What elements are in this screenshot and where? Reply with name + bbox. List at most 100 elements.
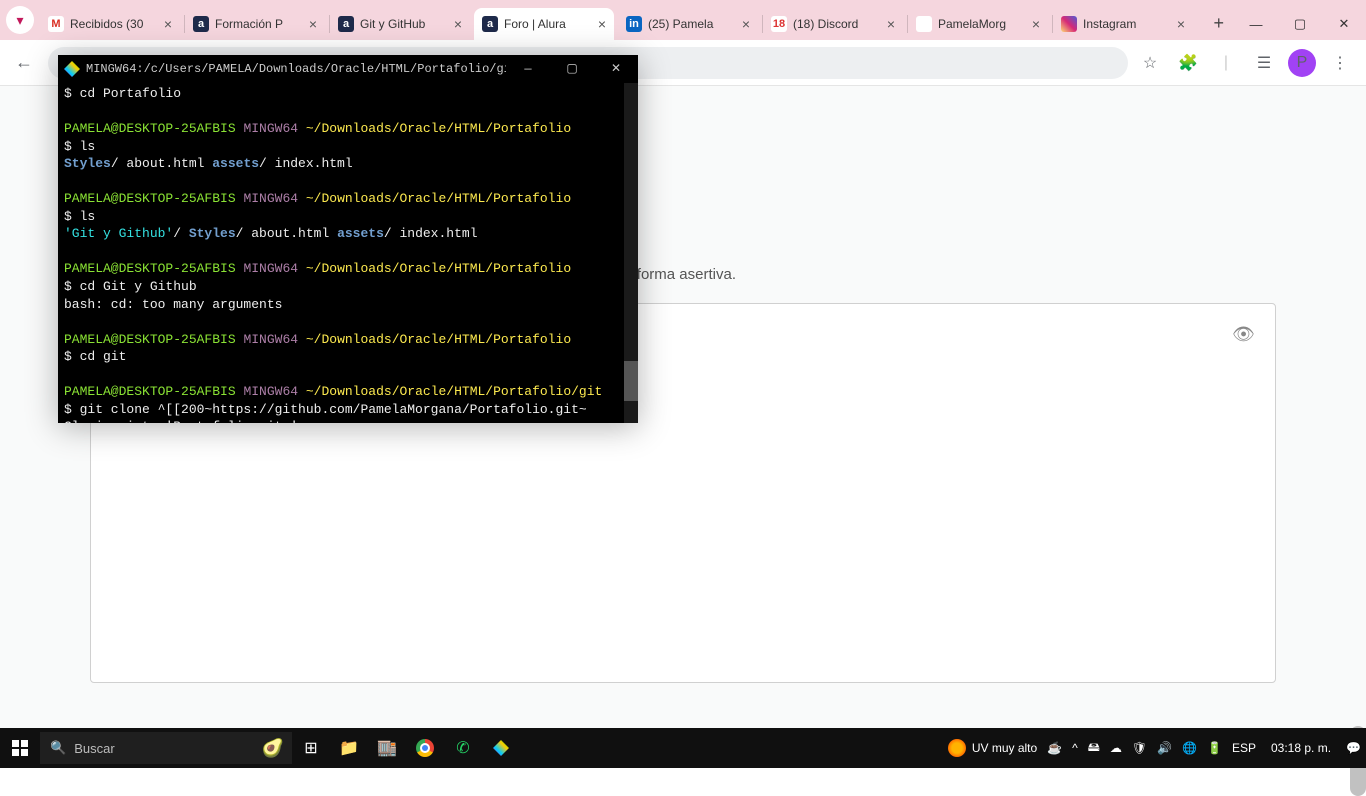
terminal-line: PAMELA@DESKTOP-25AFBIS MINGW64 ~/Downloa…	[64, 331, 632, 349]
system-tray: UV muy alto ☕ ^ 🖴 ☁ 🛡 🔊 🌐 🔋 ESP 03:18 p.…	[943, 728, 1366, 768]
maximize-button[interactable]: ▢	[1278, 8, 1322, 40]
tab-close-icon[interactable]: ×	[1032, 16, 1040, 32]
terminal-line: $ git clone ^[[200~https://github.com/Pa…	[64, 401, 632, 419]
tray-language[interactable]: ESP	[1227, 728, 1261, 768]
tab-title: Formación P	[215, 17, 305, 31]
start-button[interactable]	[0, 728, 40, 768]
task-view-button[interactable]: ⊞	[292, 728, 330, 768]
tray-java-icon[interactable]: ☕	[1042, 728, 1067, 768]
tab-favicon: 18	[771, 16, 787, 32]
terminal-line	[64, 366, 632, 384]
terminal-line: Cloning into 'Portafolio.git~'...	[64, 418, 632, 423]
git-bash-taskbar-icon[interactable]	[482, 728, 520, 768]
tray-clock[interactable]: 03:18 p. m.	[1261, 728, 1341, 768]
tab-close-icon[interactable]: ×	[1177, 16, 1185, 32]
tab-title: (18) Discord	[793, 17, 883, 31]
reading-list-icon[interactable]: ☰	[1250, 49, 1278, 77]
tab-close-icon[interactable]: ×	[887, 16, 895, 32]
tab-favicon: M	[48, 16, 64, 32]
terminal-line: $ cd Portafolio	[64, 85, 632, 103]
extensions-icon[interactable]: 🧩	[1174, 49, 1202, 77]
tray-overflow-icon[interactable]: ^	[1067, 728, 1083, 768]
tab-favicon: in	[626, 16, 642, 32]
weather-widget[interactable]: UV muy alto	[943, 728, 1042, 768]
tab-close-icon[interactable]: ×	[164, 16, 172, 32]
browser-tab[interactable]: 18 (18) Discord ×	[763, 8, 903, 40]
whatsapp-icon[interactable]: ✆	[444, 728, 482, 768]
browser-tab[interactable]: PamelaMorg ×	[908, 8, 1048, 40]
tab-favicon: a	[338, 16, 354, 32]
tray-battery-icon[interactable]: 🔋	[1202, 728, 1227, 768]
tab-close-icon[interactable]: ×	[309, 16, 317, 32]
terminal-titlebar[interactable]: MINGW64:/c/Users/PAMELA/Downloads/Oracle…	[58, 55, 638, 83]
profile-avatar[interactable]: P	[1288, 49, 1316, 77]
terminal-line	[64, 103, 632, 121]
toolbar-right: ☆ 🧩 | ☰ P ⋮	[1136, 49, 1358, 77]
tab-close-icon[interactable]: ×	[454, 16, 462, 32]
terminal-close-button[interactable]: ✕	[594, 55, 638, 83]
chrome-tab-strip: ▾ M Recibidos (30 × a Formación P × a Git y Git…	[0, 0, 1366, 40]
terminal-line	[64, 243, 632, 261]
terminal-maximize-button[interactable]: ▢	[550, 55, 594, 83]
bookmark-star-icon[interactable]: ☆	[1136, 49, 1164, 77]
chrome-menu-icon[interactable]: ⋮	[1326, 49, 1354, 77]
tray-onedrive-icon[interactable]: ☁	[1105, 728, 1127, 768]
microsoft-store-icon[interactable]: 🏬	[368, 728, 406, 768]
terminal-line: PAMELA@DESKTOP-25AFBIS MINGW64 ~/Downloa…	[64, 190, 632, 208]
browser-tab[interactable]: in (25) Pamela ×	[618, 8, 758, 40]
tab-close-icon[interactable]: ×	[742, 16, 750, 32]
recent-tabs-button[interactable]: ▾	[6, 6, 34, 34]
terminal-line	[64, 313, 632, 331]
terminal-title: MINGW64:/c/Users/PAMELA/Downloads/Oracle…	[86, 61, 506, 77]
browser-tab[interactable]: a Foro | Alura ×	[474, 8, 614, 40]
tab-title: Recibidos (30	[70, 17, 160, 31]
sun-icon	[948, 739, 966, 757]
windows-taskbar: 🔍 Buscar 🥑 ⊞ 📁 🏬 ✆ UV muy alto ☕ ^ 🖴 ☁ 🛡…	[0, 728, 1366, 768]
terminal-scrollbar-track[interactable]	[624, 83, 638, 423]
back-button[interactable]: ←	[8, 47, 40, 79]
terminal-line: $ cd Git y Github	[64, 278, 632, 296]
toolbar-separator: |	[1212, 49, 1240, 77]
terminal-line: 'Git y Github'/ Styles/ about.html asset…	[64, 225, 632, 243]
terminal-line: $ ls	[64, 138, 632, 156]
tab-title: (25) Pamela	[648, 17, 738, 31]
terminal-line: PAMELA@DESKTOP-25AFBIS MINGW64 ~/Downloa…	[64, 260, 632, 278]
tab-title: Instagram	[1083, 17, 1173, 31]
tab-favicon	[1061, 16, 1077, 32]
tab-close-icon[interactable]: ×	[598, 16, 606, 32]
terminal-minimize-button[interactable]: —	[506, 55, 550, 83]
tab-favicon	[916, 16, 932, 32]
chrome-taskbar-icon[interactable]	[406, 728, 444, 768]
close-window-button[interactable]: ✕	[1322, 8, 1366, 40]
browser-tab[interactable]: aFormación P×	[185, 8, 325, 40]
terminal-line: $ cd git	[64, 348, 632, 366]
tray-security-icon[interactable]: 🛡	[1127, 728, 1152, 768]
tab-title: PamelaMorg	[938, 17, 1028, 31]
preview-eye-icon[interactable]: 👁	[1232, 324, 1255, 345]
terminal-line: Styles/ about.html assets/ index.html	[64, 155, 632, 173]
terminal-scrollbar-thumb[interactable]	[624, 361, 638, 401]
browser-tab[interactable]: a Git y GitHub ×	[330, 8, 470, 40]
file-explorer-icon[interactable]: 📁	[330, 728, 368, 768]
new-tab-button[interactable]: +	[1203, 13, 1234, 40]
browser-tab[interactable]: M Recibidos (30 ×	[40, 8, 180, 40]
search-decoration-icon: 🥑	[262, 738, 284, 759]
tray-usb-icon[interactable]: 🖴	[1083, 728, 1105, 768]
tab-title: Git y GitHub	[360, 17, 450, 31]
tray-network-icon[interactable]: 🌐	[1177, 728, 1202, 768]
window-controls: — ▢ ✕	[1234, 8, 1366, 40]
git-bash-icon	[64, 61, 80, 77]
search-placeholder: Buscar	[74, 741, 114, 756]
taskbar-search[interactable]: 🔍 Buscar 🥑	[40, 732, 292, 764]
terminal-body[interactable]: $ cd Portafolio PAMELA@DESKTOP-25AFBIS M…	[58, 83, 638, 423]
tray-notifications-icon[interactable]: 💬	[1341, 728, 1366, 768]
terminal-line: bash: cd: too many arguments	[64, 296, 632, 314]
tray-volume-icon[interactable]: 🔊	[1152, 728, 1177, 768]
tab-title: Foro | Alura	[504, 17, 594, 31]
terminal-line: $ ls	[64, 208, 632, 226]
terminal-line	[64, 173, 632, 191]
terminal-line: PAMELA@DESKTOP-25AFBIS MINGW64 ~/Downloa…	[64, 120, 632, 138]
minimize-button[interactable]: —	[1234, 8, 1278, 40]
tab-favicon: a	[482, 16, 498, 32]
browser-tab[interactable]: Instagram ×	[1053, 8, 1193, 40]
